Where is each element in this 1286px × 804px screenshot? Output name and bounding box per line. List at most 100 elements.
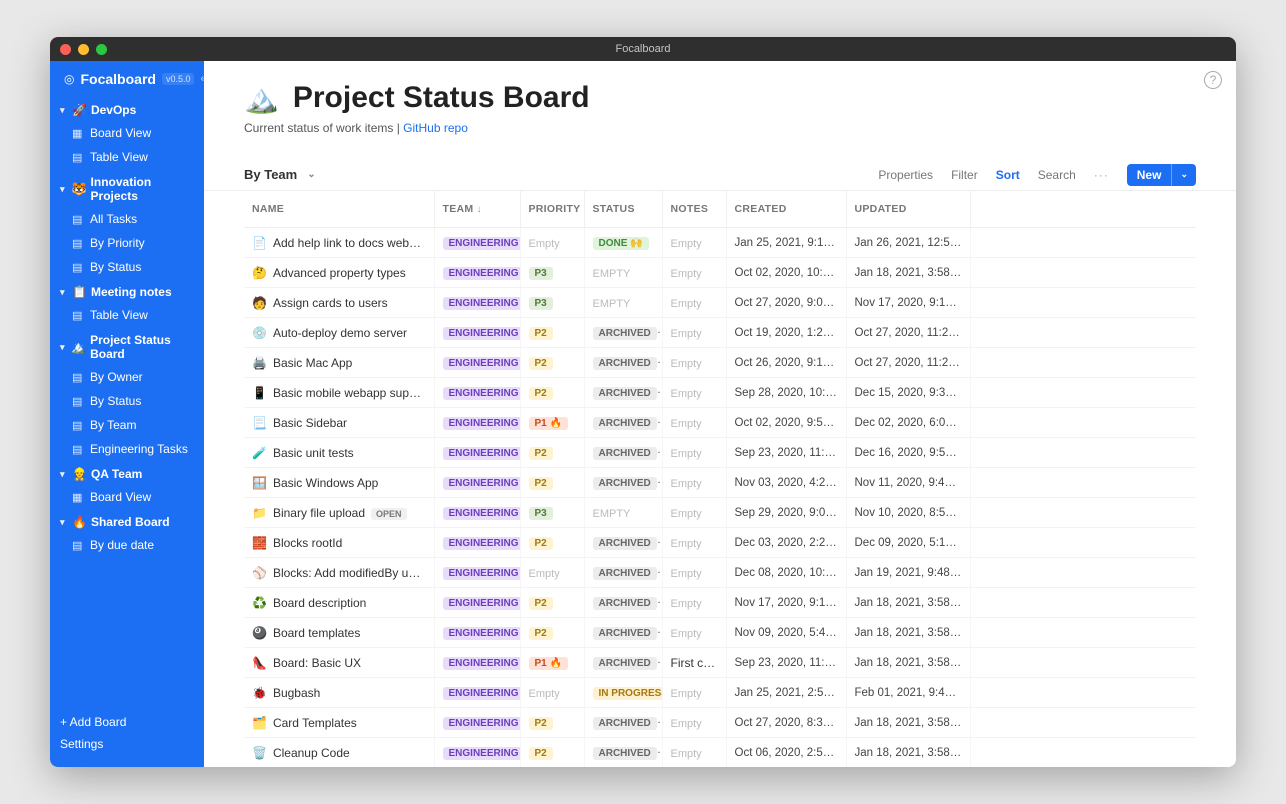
cell-team[interactable]: ENGINEERING bbox=[434, 378, 520, 408]
cell-status[interactable]: ARCHIVED bbox=[584, 708, 662, 738]
cell-team[interactable]: ENGINEERING bbox=[434, 438, 520, 468]
cell-notes[interactable]: Empty bbox=[662, 528, 726, 558]
col-created[interactable]: Created bbox=[726, 191, 846, 228]
cell-updated[interactable]: Jan 18, 2021, 3:58 PM bbox=[846, 708, 970, 738]
maximize-icon[interactable] bbox=[96, 44, 107, 55]
cell-team[interactable]: ENGINEERING bbox=[434, 258, 520, 288]
cell-updated[interactable]: Jan 19, 2021, 9:48 AM bbox=[846, 558, 970, 588]
page-emoji[interactable]: 🏔️ bbox=[244, 82, 279, 115]
cell-name[interactable]: 🧱Blocks rootId bbox=[244, 528, 434, 558]
cell-priority[interactable]: P2 bbox=[520, 528, 584, 558]
view-switcher[interactable]: By Team ⌄ bbox=[244, 167, 316, 182]
table-row[interactable]: 📃Basic Sidebar ENGINEERING P1 🔥 ARCHIVED… bbox=[244, 408, 1196, 438]
cell-team[interactable]: ENGINEERING bbox=[434, 288, 520, 318]
cell-status[interactable]: DONE 🙌 bbox=[584, 228, 662, 258]
cell-notes[interactable]: Empty bbox=[662, 708, 726, 738]
table-row[interactable]: 🧱Blocks rootId ENGINEERING P2 ARCHIVED E… bbox=[244, 528, 1196, 558]
cell-name[interactable]: 📄Add help link to docs website bbox=[244, 228, 434, 258]
cell-name[interactable]: ♻️Board description bbox=[244, 588, 434, 618]
add-board-button[interactable]: + Add Board bbox=[60, 711, 194, 733]
cell-created[interactable]: Oct 02, 2020, 9:56 PM bbox=[726, 408, 846, 438]
sidebar-item[interactable]: ▦Board View bbox=[50, 121, 204, 145]
table-row[interactable]: 🐞Bugbash ENGINEERING Empty IN PROGRESS E… bbox=[244, 678, 1196, 708]
cell-priority[interactable]: P3 bbox=[520, 258, 584, 288]
cell-status[interactable]: ARCHIVED bbox=[584, 528, 662, 558]
cell-team[interactable]: ENGINEERING bbox=[434, 348, 520, 378]
sidebar-group-header[interactable]: ▾🚀 DevOps bbox=[50, 97, 204, 121]
sidebar-item[interactable]: ▤By Team bbox=[50, 413, 204, 437]
sidebar-item[interactable]: ▤By Status bbox=[50, 255, 204, 279]
cell-status[interactable]: ARCHIVED bbox=[584, 738, 662, 768]
new-button[interactable]: New ⌄ bbox=[1127, 164, 1196, 186]
cell-updated[interactable]: Jan 18, 2021, 3:58 PM bbox=[846, 648, 970, 678]
more-icon[interactable]: ··· bbox=[1094, 168, 1109, 182]
cell-name[interactable]: 🧑Assign cards to users bbox=[244, 288, 434, 318]
cell-created[interactable]: Jan 25, 2021, 9:14 AM bbox=[726, 228, 846, 258]
cell-status[interactable]: EMPTY bbox=[584, 258, 662, 288]
cell-name[interactable]: 🧪Basic unit tests bbox=[244, 438, 434, 468]
col-team[interactable]: Team bbox=[434, 191, 520, 228]
cell-priority[interactable]: P3 bbox=[520, 288, 584, 318]
cell-team[interactable]: ENGINEERING bbox=[434, 678, 520, 708]
cell-name[interactable]: 👠Board: Basic UX bbox=[244, 648, 434, 678]
cell-created[interactable]: Oct 19, 2020, 1:21 PM bbox=[726, 318, 846, 348]
properties-button[interactable]: Properties bbox=[878, 168, 933, 182]
sidebar-item[interactable]: ▤By Owner bbox=[50, 365, 204, 389]
table-row[interactable]: 🗑️Cleanup Code ENGINEERING P2 ARCHIVED E… bbox=[244, 738, 1196, 768]
cell-updated[interactable]: Oct 27, 2020, 11:20 AM bbox=[846, 318, 970, 348]
cell-updated[interactable]: Nov 10, 2020, 8:58 AM bbox=[846, 498, 970, 528]
help-icon[interactable]: ? bbox=[1204, 71, 1222, 89]
cell-updated[interactable]: Nov 17, 2020, 9:14 AM bbox=[846, 288, 970, 318]
sidebar-item[interactable]: ▤By due date bbox=[50, 533, 204, 557]
cell-created[interactable]: Nov 17, 2020, 9:17 AM bbox=[726, 588, 846, 618]
table-row[interactable]: 📄Add help link to docs website ENGINEERI… bbox=[244, 228, 1196, 258]
sidebar-item[interactable]: ▤Table View bbox=[50, 303, 204, 327]
cell-updated[interactable]: Oct 27, 2020, 11:20 AM bbox=[846, 348, 970, 378]
cell-status[interactable]: ARCHIVED bbox=[584, 378, 662, 408]
sidebar-group-header[interactable]: ▾🔥 Shared Board bbox=[50, 509, 204, 533]
table-row[interactable]: ⚾Blocks: Add modifiedBy userId ENGINEERI… bbox=[244, 558, 1196, 588]
cell-updated[interactable]: Jan 18, 2021, 3:58 PM bbox=[846, 738, 970, 768]
cell-name[interactable]: 🤔Advanced property types bbox=[244, 258, 434, 288]
cell-created[interactable]: Sep 28, 2020, 10:07 AM bbox=[726, 378, 846, 408]
cell-name[interactable]: 🗑️Cleanup Code bbox=[244, 738, 434, 768]
cell-team[interactable]: ENGINEERING bbox=[434, 558, 520, 588]
cell-notes[interactable]: Empty bbox=[662, 618, 726, 648]
cell-updated[interactable]: Dec 02, 2020, 6:08 PM bbox=[846, 408, 970, 438]
cell-name[interactable]: 📱Basic mobile webapp support bbox=[244, 378, 434, 408]
cell-status[interactable]: ARCHIVED bbox=[584, 348, 662, 378]
cell-notes[interactable]: Empty bbox=[662, 498, 726, 528]
cell-priority[interactable]: Empty bbox=[520, 558, 584, 588]
cell-created[interactable]: Dec 03, 2020, 2:24 PM bbox=[726, 528, 846, 558]
cell-updated[interactable]: Jan 26, 2021, 12:57 PM bbox=[846, 228, 970, 258]
cell-notes[interactable]: Empty bbox=[662, 318, 726, 348]
sidebar-item[interactable]: ▦Board View bbox=[50, 485, 204, 509]
cell-notes[interactable]: Empty bbox=[662, 588, 726, 618]
sidebar-group-header[interactable]: ▾🐯 Innovation Projects bbox=[50, 169, 204, 207]
cell-priority[interactable]: P1 🔥 bbox=[520, 648, 584, 678]
sidebar-item[interactable]: ▤All Tasks bbox=[50, 207, 204, 231]
cell-created[interactable]: Jan 25, 2021, 2:50 PM bbox=[726, 678, 846, 708]
cell-updated[interactable]: Jan 18, 2021, 3:58 PM bbox=[846, 618, 970, 648]
cell-team[interactable]: ENGINEERING bbox=[434, 228, 520, 258]
cell-created[interactable]: Oct 06, 2020, 2:50 PM bbox=[726, 738, 846, 768]
cell-created[interactable]: Oct 02, 2020, 10:01 PM bbox=[726, 258, 846, 288]
sort-button[interactable]: Sort bbox=[996, 168, 1020, 182]
cell-name[interactable]: 💿Auto-deploy demo server bbox=[244, 318, 434, 348]
cell-created[interactable]: Nov 03, 2020, 4:22 PM bbox=[726, 468, 846, 498]
cell-notes[interactable]: Empty bbox=[662, 438, 726, 468]
cell-priority[interactable]: P2 bbox=[520, 438, 584, 468]
cell-name[interactable]: 🖨️Basic Mac App bbox=[244, 348, 434, 378]
cell-updated[interactable]: Feb 01, 2021, 9:48 AM bbox=[846, 678, 970, 708]
cell-team[interactable]: ENGINEERING bbox=[434, 528, 520, 558]
sidebar-item[interactable]: ▤By Priority bbox=[50, 231, 204, 255]
sidebar-group-header[interactable]: ▾🏔️ Project Status Board bbox=[50, 327, 204, 365]
sidebar-group-header[interactable]: ▾👷 QA Team bbox=[50, 461, 204, 485]
cell-created[interactable]: Dec 08, 2020, 10:22 AM bbox=[726, 558, 846, 588]
col-notes[interactable]: Notes bbox=[662, 191, 726, 228]
cell-updated[interactable]: Nov 11, 2020, 9:48 AM bbox=[846, 468, 970, 498]
table-row[interactable]: 📁Binary file uploadOPEN ENGINEERING P3 E… bbox=[244, 498, 1196, 528]
cell-priority[interactable]: P3 bbox=[520, 498, 584, 528]
cell-name[interactable]: 🎱Board templates bbox=[244, 618, 434, 648]
cell-name[interactable]: 📁Binary file uploadOPEN bbox=[244, 498, 434, 528]
